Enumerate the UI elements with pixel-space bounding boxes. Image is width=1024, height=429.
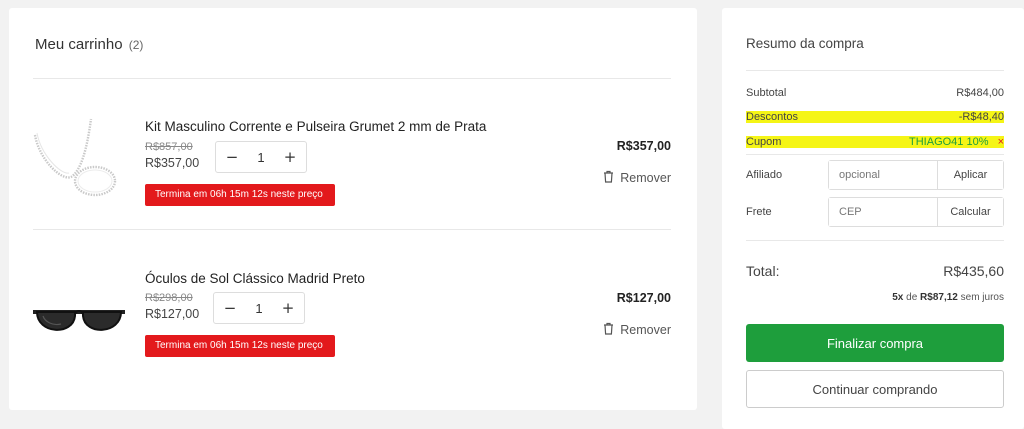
cart-title: Meu carrinho (2)	[35, 36, 143, 53]
product-name[interactable]: Óculos de Sol Clássico Madrid Preto	[145, 271, 365, 286]
postal-code-input[interactable]	[829, 198, 937, 226]
shipping-field-group: Calcular	[828, 197, 1004, 227]
remove-label: Remover	[620, 171, 671, 185]
countdown-badge: Termina em 06h 15m 12s neste preço	[145, 335, 335, 357]
increase-quantity-button[interactable]: +	[278, 145, 302, 169]
shipping-label: Frete	[746, 206, 772, 218]
cart-title-text: Meu carrinho	[35, 36, 123, 53]
affiliate-label: Afiliado	[746, 169, 783, 181]
product-name[interactable]: Kit Masculino Corrente e Pulseira Grumet…	[145, 119, 486, 134]
remove-button[interactable]: Remover	[603, 170, 671, 186]
discount-label: Descontos	[746, 111, 798, 123]
installments-of: de	[906, 292, 918, 303]
affiliate-input[interactable]	[829, 161, 937, 189]
old-price: R$857,00	[145, 141, 193, 153]
remove-button[interactable]: Remover	[603, 322, 671, 338]
coupon-label: Cupom	[746, 136, 782, 148]
checkout-button[interactable]: Finalizar compra	[746, 324, 1004, 362]
divider	[746, 240, 1004, 241]
installments-count: 5x	[892, 292, 904, 303]
subtotal-label: Subtotal	[746, 87, 787, 99]
subtotal-value: R$484,00	[956, 87, 1004, 99]
installments-info: 5x de R$87,12 sem juros	[892, 292, 1004, 303]
current-price: R$357,00	[145, 156, 200, 170]
cart-panel: Meu carrinho (2) Kit Masculino Corrente …	[9, 8, 697, 410]
coupon-code: THIAGO41 10%	[909, 136, 989, 148]
discount-row: Descontos -R$48,40	[746, 111, 1004, 123]
silver-chain-icon[interactable]	[31, 99, 127, 199]
decrease-quantity-button[interactable]: −	[218, 296, 242, 320]
cart-item-count: (2)	[128, 38, 144, 52]
trash-icon	[603, 170, 614, 186]
line-total: R$357,00	[616, 139, 671, 153]
cart-item: Kit Masculino Corrente e Pulseira Grumet…	[9, 79, 697, 229]
coupon-row: Cupom THIAGO41 10% ×	[746, 136, 1004, 148]
shipping-row: Frete Calcular	[746, 197, 1004, 227]
quantity-value[interactable]: 1	[255, 301, 262, 316]
increase-quantity-button[interactable]: +	[276, 296, 300, 320]
summary-title: Resumo da compra	[746, 36, 864, 51]
quantity-stepper: − 1 +	[215, 141, 307, 173]
total-label: Total:	[746, 263, 780, 279]
decrease-quantity-button[interactable]: −	[220, 145, 244, 169]
sunglasses-icon[interactable]	[31, 250, 127, 350]
calculate-shipping-button[interactable]: Calcular	[937, 198, 1003, 226]
subtotal-row: Subtotal R$484,00	[746, 87, 1004, 99]
affiliate-row: Afiliado Aplicar	[746, 160, 1004, 190]
old-price: R$298,00	[145, 292, 193, 304]
line-total: R$127,00	[616, 291, 671, 305]
trash-icon	[603, 322, 614, 338]
remove-coupon-icon[interactable]: ×	[998, 136, 1004, 148]
cart-item: Óculos de Sol Clássico Madrid Preto R$29…	[9, 230, 697, 380]
countdown-badge: Termina em 06h 15m 12s neste preço	[145, 184, 335, 206]
total-row: Total: R$435,60	[746, 263, 1004, 279]
discount-value: -R$48,40	[958, 111, 1004, 123]
affiliate-field-group: Aplicar	[828, 160, 1004, 190]
quantity-stepper: − 1 +	[213, 292, 305, 324]
quantity-value[interactable]: 1	[257, 150, 264, 165]
divider	[746, 154, 1004, 155]
installments-suffix: sem juros	[960, 292, 1004, 303]
apply-affiliate-button[interactable]: Aplicar	[937, 161, 1003, 189]
continue-shopping-button[interactable]: Continuar comprando	[746, 370, 1004, 408]
installments-value: R$87,12	[920, 292, 958, 303]
divider	[746, 70, 1004, 71]
order-summary-panel: Resumo da compra Subtotal R$484,00 Desco…	[722, 8, 1024, 429]
current-price: R$127,00	[145, 307, 200, 321]
total-value: R$435,60	[943, 263, 1004, 279]
remove-label: Remover	[620, 323, 671, 337]
